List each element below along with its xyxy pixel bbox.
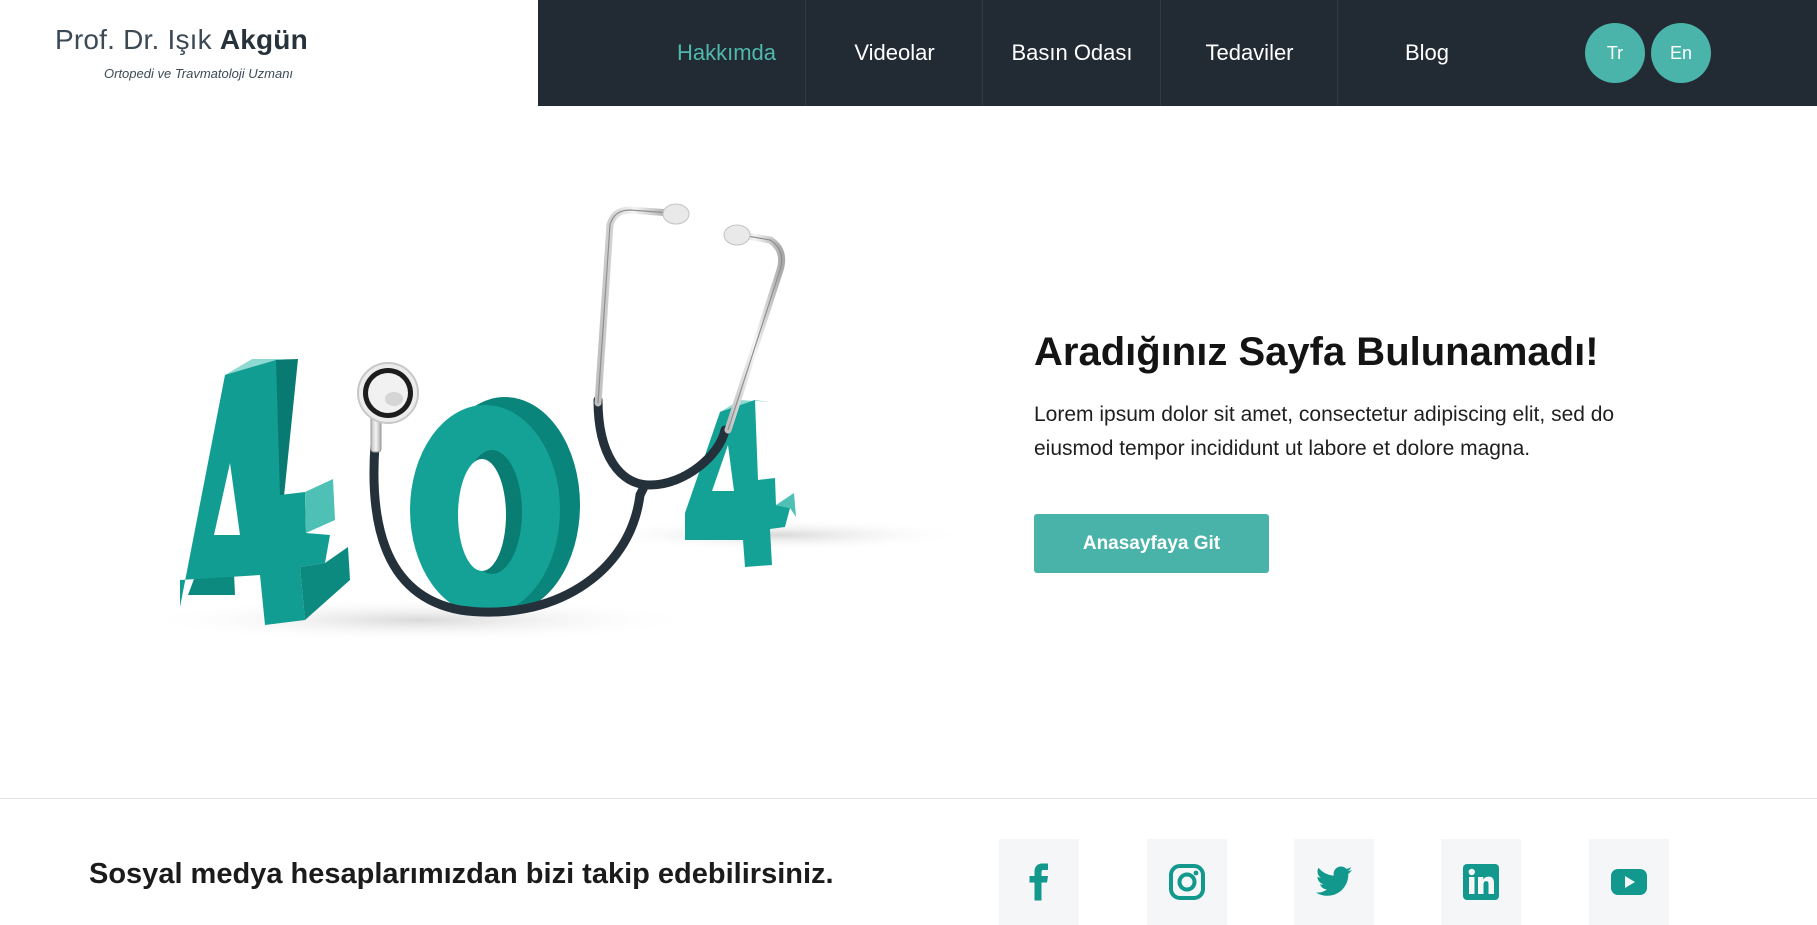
- linkedin-icon: [1463, 864, 1499, 900]
- nav-item-blog[interactable]: Blog: [1338, 0, 1516, 106]
- footer-divider: [0, 798, 1817, 799]
- digit-zero: [410, 397, 580, 615]
- go-home-button[interactable]: Anasayfaya Git: [1034, 514, 1269, 573]
- error-description: Lorem ipsum dolor sit amet, consectetur …: [1034, 403, 1615, 460]
- logo-name-prefix: Prof. Dr. Işık: [55, 24, 212, 55]
- site-logo[interactable]: Prof. Dr. Işık Akgün Ortopedi ve Travmat…: [0, 0, 538, 106]
- instagram-link[interactable]: [1147, 839, 1227, 925]
- youtube-link[interactable]: [1589, 839, 1669, 925]
- nav-item-tedaviler[interactable]: Tedaviler: [1161, 0, 1338, 106]
- logo-name: Prof. Dr. Işık Akgün: [55, 24, 308, 56]
- nav-item-videolar[interactable]: Videolar: [806, 0, 983, 106]
- twitter-icon: [1315, 866, 1352, 896]
- instagram-icon: [1169, 864, 1205, 900]
- nav-item-basin-odasi[interactable]: Basın Odası: [983, 0, 1161, 106]
- digit-four-left: [180, 359, 350, 625]
- social-follow-text: Sosyal medya hesaplarımızdan bizi takip …: [89, 858, 834, 890]
- logo-subtitle: Ortopedi ve Travmatoloji Uzmanı: [104, 66, 294, 81]
- nav-item-hakkimda[interactable]: Hakkımda: [638, 0, 815, 106]
- facebook-icon: [1029, 863, 1048, 901]
- language-tr-button[interactable]: Tr: [1585, 23, 1645, 83]
- logo-name-bold: Akgün: [219, 24, 308, 55]
- page-title: Aradığınız Sayfa Bulunamadı!: [1034, 330, 1599, 374]
- facebook-link[interactable]: [999, 839, 1079, 925]
- language-en-button[interactable]: En: [1651, 23, 1711, 83]
- linkedin-link[interactable]: [1441, 839, 1521, 925]
- stethoscope-404-illustration: [130, 195, 990, 655]
- twitter-link[interactable]: [1294, 839, 1374, 925]
- youtube-icon: [1611, 869, 1647, 895]
- main-nav: Hakkımda Videolar Basın Odası Tedaviler …: [538, 0, 1817, 106]
